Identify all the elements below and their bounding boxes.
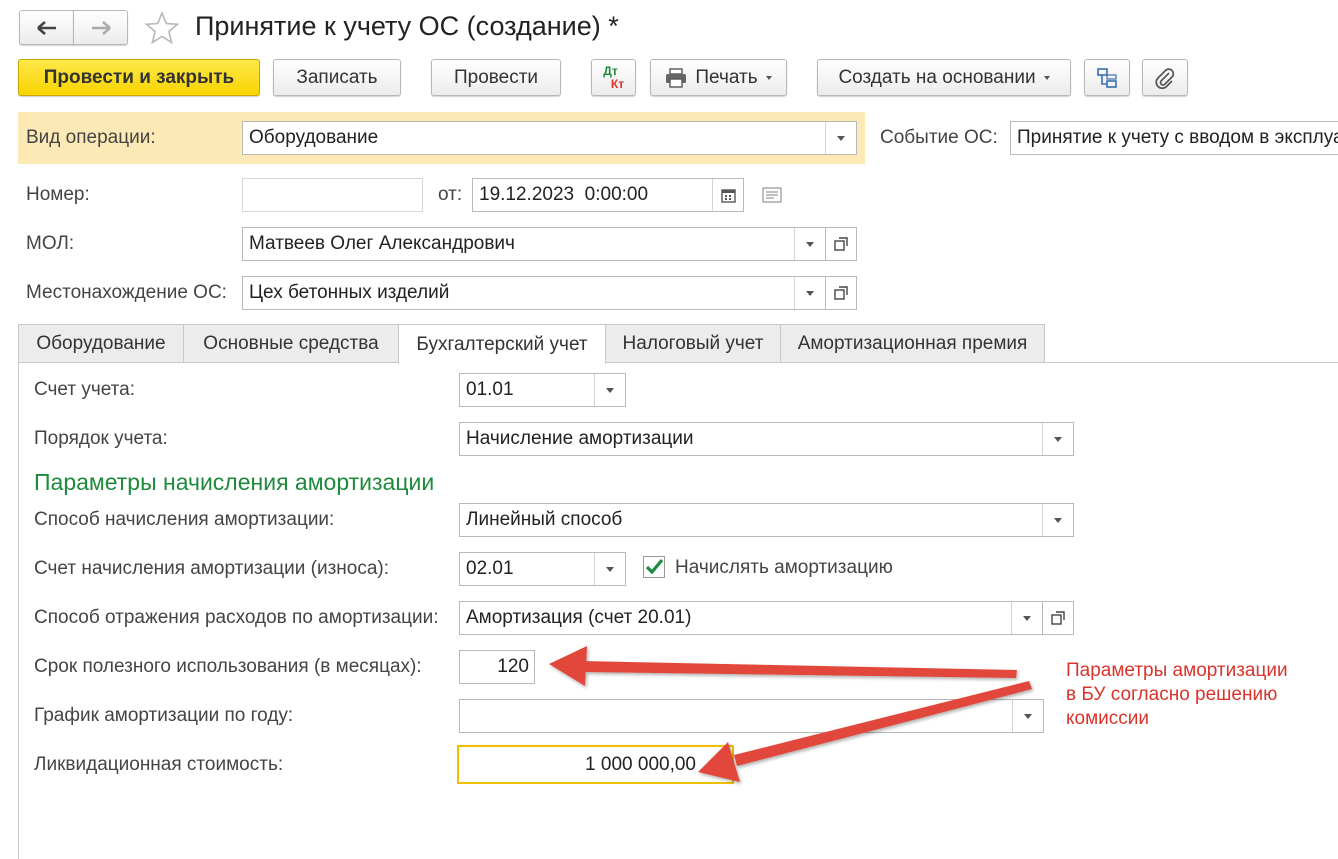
annotation-line: Параметры амортизации (1066, 660, 1288, 681)
arrow-to-life-field (549, 646, 1017, 686)
tab-accounting[interactable]: Бухгалтерский учет (398, 324, 606, 364)
arrow-to-salvage-field (698, 681, 1032, 782)
annotation-line: в БУ согласно решению (1066, 684, 1278, 705)
annotation-line: комиссии (1066, 708, 1149, 729)
annotation-text: Параметры амортизации в БУ согласно реше… (1066, 659, 1288, 731)
